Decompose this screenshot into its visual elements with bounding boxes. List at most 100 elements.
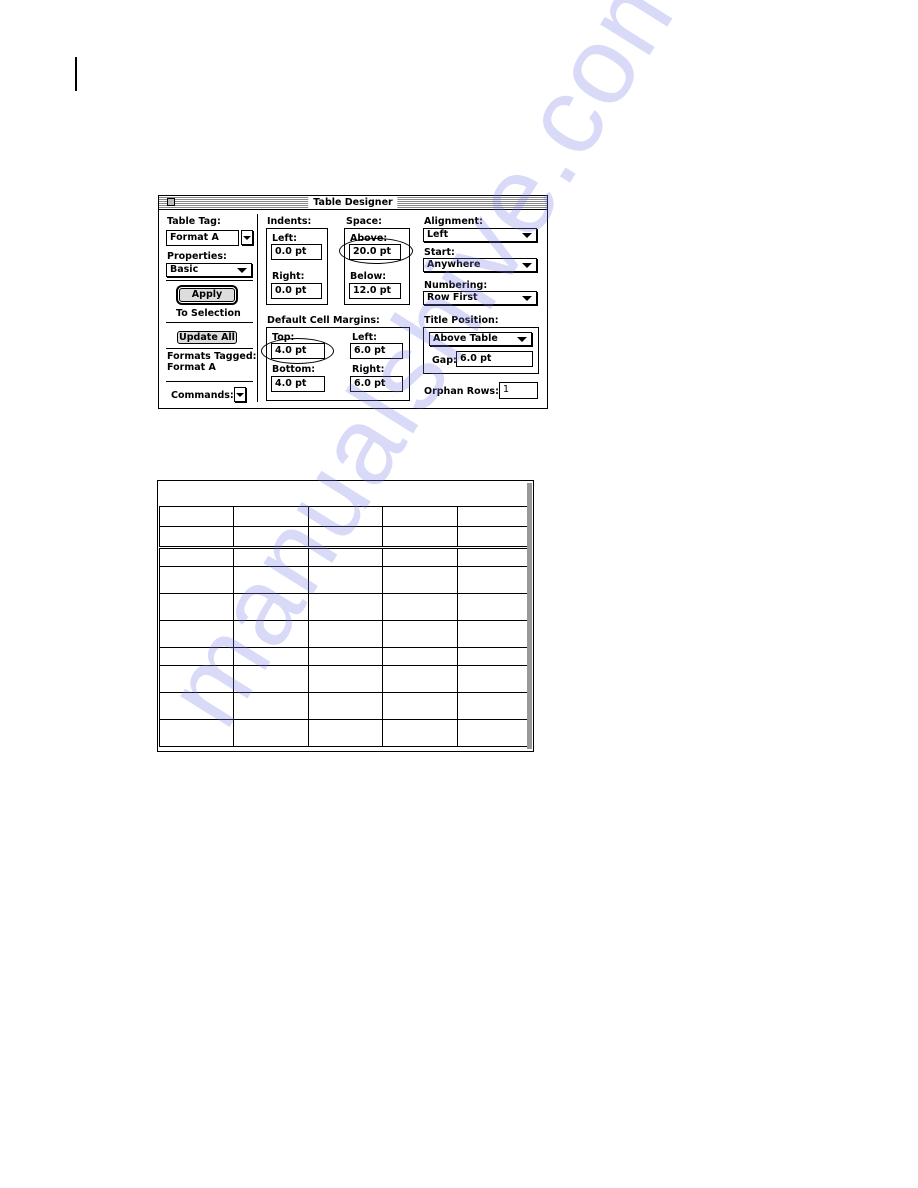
numbering-label: Numbering: [424,280,488,291]
table-cell [158,665,235,693]
indent-left-value: 0.0 pt [275,246,307,257]
table-cell [307,566,384,594]
margin-right-label: Right: [352,364,385,375]
gap-value: 6.0 pt [460,353,492,364]
table-designer-dialog: Table Designer Table Tag: Format A Prope… [158,195,548,409]
margin-bottom-input[interactable]: 4.0 pt [271,376,325,392]
space-label: Space: [346,216,382,227]
title-position-label: Title Position: [424,315,499,326]
highlight-ellipse [339,238,413,264]
table-cell [233,665,309,693]
table-cell [233,566,309,594]
chevron-down-icon [243,236,251,240]
margin-left-value: 6.0 pt [354,345,386,356]
divider [166,322,253,323]
apply-button[interactable]: Apply [176,285,238,305]
table-cell [307,593,384,621]
indent-left-label: Left: [272,233,297,244]
table-cell [233,506,309,527]
table-cell [158,566,235,594]
alignment-value: Left [427,229,449,240]
table-cell [456,566,533,594]
margin-bottom-label: Bottom: [272,364,316,375]
table-tag-dropdown[interactable] [241,230,253,245]
table-cell [158,593,235,621]
table-cell [456,620,533,648]
chevron-down-icon [236,393,244,397]
table-cell [233,593,309,621]
table-cell [382,665,458,693]
table-tag-value: Format A [170,232,219,243]
margin-left-input[interactable]: 6.0 pt [350,343,403,359]
orphan-rows-input[interactable]: 1 [499,382,538,399]
divider [166,280,253,281]
table-cell [307,506,384,527]
numbering-select[interactable]: Row First [423,291,537,305]
table-cell [456,665,533,693]
table-cell [158,719,235,747]
gap-input[interactable]: 6.0 pt [456,351,533,367]
table-cell [233,547,309,567]
update-all-button[interactable]: Update All [177,331,237,344]
table-cell [158,647,235,666]
table-cell [382,692,458,720]
table-tag-field[interactable]: Format A [166,230,239,246]
table-cell [233,719,309,747]
table-cell [158,506,235,527]
cell-margins-label: Default Cell Margins: [267,315,380,326]
table-cell [382,647,458,666]
body-row [158,566,533,594]
table-cell [382,719,458,747]
table-cell [158,620,235,648]
table-cell [233,620,309,648]
table-cell [456,692,533,720]
alignment-select[interactable]: Left [423,228,537,242]
start-value: Anywhere [427,259,481,270]
properties-value: Basic [170,264,199,275]
indent-right-input[interactable]: 0.0 pt [271,283,322,299]
dialog-title: Table Designer [308,196,398,209]
table-cell [233,692,309,720]
chevron-down-icon [237,268,247,273]
body-row [158,719,533,747]
space-below-label: Below: [350,271,387,282]
numbering-value: Row First [427,292,478,303]
table-cell [307,526,384,549]
margin-right-input[interactable]: 6.0 pt [350,376,403,392]
commands-dropdown[interactable] [234,387,246,402]
alignment-label: Alignment: [424,216,483,227]
title-bar[interactable]: Table Designer [159,196,547,210]
table-cell [456,506,533,527]
body-row [158,593,533,621]
table-cell [307,665,384,693]
space-below-input[interactable]: 12.0 pt [349,283,401,299]
heading-row [158,526,533,549]
margin-rule [75,57,77,91]
margin-right-value: 6.0 pt [354,378,386,389]
start-select[interactable]: Anywhere [423,258,537,272]
table-cell [456,547,533,567]
table-cell [158,547,235,567]
body-row [158,665,533,693]
table-cell [307,647,384,666]
gap-label: Gap: [432,355,457,366]
formats-tagged-value: Format A [167,362,216,373]
to-selection-label: To Selection [176,308,241,319]
properties-select[interactable]: Basic [166,263,252,277]
chevron-down-icon [517,337,527,342]
table-cell [382,526,458,549]
margin-bottom-value: 4.0 pt [275,378,307,389]
heading-row [158,506,533,527]
indent-left-input[interactable]: 0.0 pt [271,244,322,260]
table-cell [382,566,458,594]
formats-tagged-label: Formats Tagged: [167,351,257,362]
title-position-select[interactable]: Above Table [429,332,532,346]
body-row [158,647,533,666]
indent-right-value: 0.0 pt [275,285,307,296]
close-box-icon[interactable] [167,198,175,206]
table-tag-label: Table Tag: [167,216,221,227]
table-cell [456,526,533,549]
divider [166,348,253,349]
title-position-value: Above Table [433,333,498,344]
orphan-rows-value: 1 [503,384,510,395]
